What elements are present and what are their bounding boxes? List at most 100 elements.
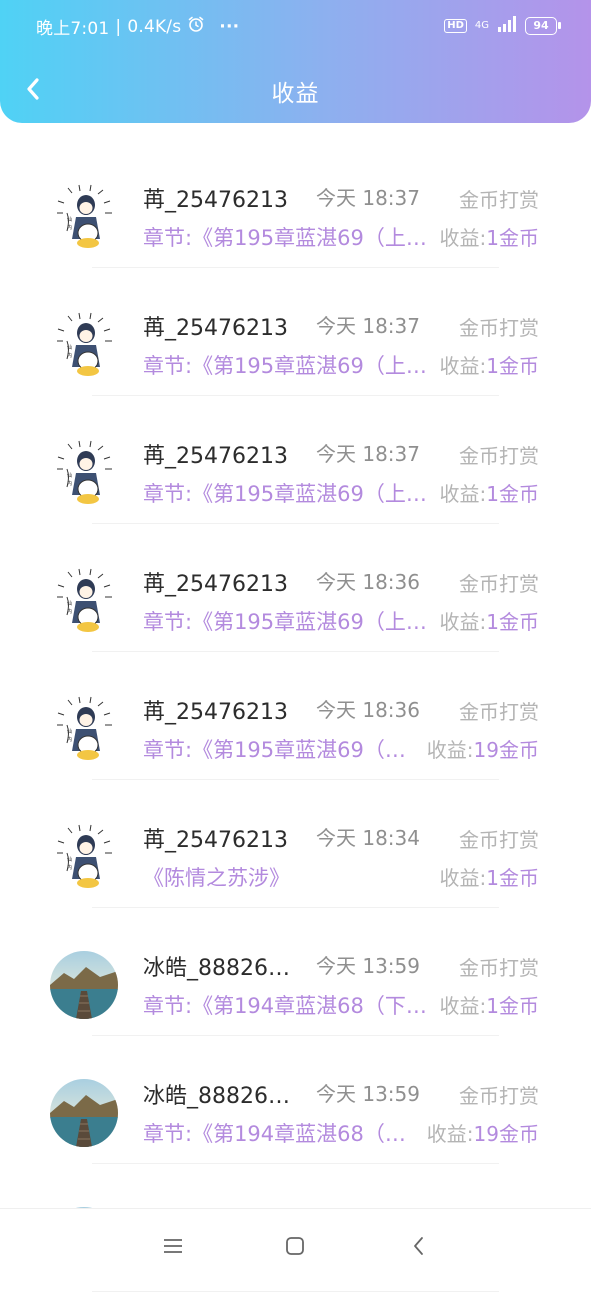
income-label: 收益: xyxy=(439,354,487,378)
battery-level: 94 xyxy=(533,19,549,32)
record-time: 今天 18:37 xyxy=(316,314,420,338)
income-record-item[interactable]: 仙内苒_25476213 今天 18:36 金币打赏 章节:《第195章蓝湛69（上）… xyxy=(0,652,591,780)
user-name: 冰皓_88826153 xyxy=(143,1084,301,1109)
reward-type: 金币打赏 xyxy=(459,700,539,724)
cartoon-avatar-icon: 仙内 xyxy=(50,183,118,251)
user-name: 冰皓_88826153 xyxy=(143,956,301,981)
chapter-title: 章节:《第195章蓝湛69（上）》 xyxy=(143,482,436,506)
home-square-icon xyxy=(286,1237,304,1255)
network-label: 4G xyxy=(474,19,489,31)
income-amount: 收益:1金币 xyxy=(440,478,539,507)
chapter-title: 章节:《第194章蓝湛68（下）》 xyxy=(143,994,436,1018)
svg-text:仙: 仙 xyxy=(67,600,72,607)
income-record-item[interactable]: 仙内苒_25476213 今天 18:37 金币打赏 章节:《第195章蓝湛69（上）… xyxy=(0,140,591,268)
income-amount: 收益:1金币 xyxy=(440,222,539,251)
svg-text:仙: 仙 xyxy=(67,856,72,863)
income-label: 收益: xyxy=(439,610,487,634)
landscape-avatar-icon xyxy=(50,951,118,1019)
landscape-avatar xyxy=(50,1079,118,1147)
clock-text: 晚上7:01 xyxy=(36,19,110,39)
income-record-item[interactable]: 仙内苒_25476213 今天 18:37 金币打赏 章节:《第195章蓝湛69（上）… xyxy=(0,268,591,396)
status-separator: | xyxy=(115,16,122,37)
page-title: 收益 xyxy=(271,81,320,107)
chapter-title: 章节:《第195章蓝湛69（上）》 xyxy=(143,354,436,378)
menu-button[interactable] xyxy=(158,1231,188,1261)
income-label: 收益: xyxy=(426,738,474,762)
record-time: 今天 13:59 xyxy=(316,954,420,978)
chapter-title: 章节:《第195章蓝湛69（上）》 xyxy=(143,738,423,762)
back-nav-button[interactable] xyxy=(404,1231,434,1261)
cartoon-avatar: 仙内 xyxy=(50,183,118,251)
cartoon-avatar: 仙内 xyxy=(50,695,118,763)
record-time: 今天 18:36 xyxy=(316,698,420,722)
svg-text:内: 内 xyxy=(67,224,72,231)
cartoon-avatar-icon: 仙内 xyxy=(50,567,118,635)
home-button[interactable] xyxy=(280,1231,310,1261)
income-record-item[interactable]: 仙内苒_25476213 今天 18:37 金币打赏 章节:《第195章蓝湛69（上）… xyxy=(0,396,591,524)
cartoon-avatar: 仙内 xyxy=(50,823,118,891)
svg-text:仙: 仙 xyxy=(67,472,72,479)
network-speed: 0.4K/s xyxy=(127,16,182,37)
landscape-avatar xyxy=(50,951,118,1019)
svg-text:内: 内 xyxy=(67,736,72,743)
income-record-item[interactable]: 冰皓_88826153 今天 13:59 金币打赏 章节:《第194章蓝湛68（下）》… xyxy=(0,1036,591,1164)
cartoon-avatar: 仙内 xyxy=(50,567,118,635)
cartoon-avatar: 仙内 xyxy=(50,439,118,507)
chapter-title: 《陈情之苏涉》 xyxy=(143,866,290,890)
cartoon-avatar-icon: 仙内 xyxy=(50,311,118,379)
income-label: 收益: xyxy=(439,226,487,250)
income-label: 收益: xyxy=(439,994,487,1018)
cartoon-avatar-icon: 仙内 xyxy=(50,823,118,891)
svg-text:内: 内 xyxy=(67,864,72,871)
income-value: 1金币 xyxy=(486,354,539,378)
user-name: 苒_25476213 xyxy=(143,444,288,469)
battery-icon: 94 xyxy=(525,16,561,35)
chapter-title: 章节:《第195章蓝湛69（上）》 xyxy=(143,226,436,250)
svg-text:仙: 仙 xyxy=(67,216,72,223)
reward-type: 金币打赏 xyxy=(459,188,539,212)
income-value: 1金币 xyxy=(486,226,539,250)
svg-text:内: 内 xyxy=(67,352,72,359)
income-label: 收益: xyxy=(426,1122,474,1146)
reward-type: 金币打赏 xyxy=(459,1084,539,1108)
user-name: 苒_25476213 xyxy=(143,188,288,213)
status-left: 晚上7:01 | 0.4K/s ··· xyxy=(36,14,240,40)
reward-type: 金币打赏 xyxy=(459,956,539,980)
record-time: 今天 18:34 xyxy=(316,826,420,850)
income-value: 19金币 xyxy=(473,1122,539,1146)
user-name: 苒_25476213 xyxy=(143,700,288,725)
income-label: 收益: xyxy=(439,866,487,890)
record-time: 今天 18:36 xyxy=(316,570,420,594)
record-time: 今天 18:37 xyxy=(316,442,420,466)
income-amount: 收益:1金币 xyxy=(440,862,539,891)
income-value: 1金币 xyxy=(486,994,539,1018)
landscape-avatar-icon xyxy=(50,1079,118,1147)
svg-text:仙: 仙 xyxy=(67,344,72,351)
income-amount: 收益:1金币 xyxy=(440,350,539,379)
system-nav-bar xyxy=(0,1208,591,1281)
income-value: 19金币 xyxy=(473,738,539,762)
income-amount: 收益:1金币 xyxy=(440,990,539,1019)
income-label: 收益: xyxy=(439,482,487,506)
cartoon-avatar: 仙内 xyxy=(50,311,118,379)
income-value: 1金币 xyxy=(486,610,539,634)
user-name: 苒_25476213 xyxy=(143,828,288,853)
network-type: 4G xyxy=(474,19,489,31)
svg-text:仙: 仙 xyxy=(67,728,72,735)
status-bar: 晚上7:01 | 0.4K/s ··· HD 4G 94 xyxy=(0,0,591,52)
cartoon-avatar-icon: 仙内 xyxy=(50,439,118,507)
more-notifications-icon: ··· xyxy=(219,16,240,37)
status-right: HD 4G 94 xyxy=(444,16,561,35)
record-time: 今天 13:59 xyxy=(316,1082,420,1106)
income-record-item[interactable]: 仙内苒_25476213 今天 18:36 金币打赏 章节:《第195章蓝湛69（上）… xyxy=(0,524,591,652)
signal-icon xyxy=(497,16,517,35)
income-amount: 收益:19金币 xyxy=(427,734,539,763)
income-record-item[interactable]: 冰皓_88826153 今天 13:59 金币打赏 章节:《第194章蓝湛68（下）》… xyxy=(0,908,591,1036)
income-amount: 收益:19金币 xyxy=(427,1118,539,1147)
alarm-clock-icon xyxy=(187,15,205,38)
income-records-list: 仙内苒_25476213 今天 18:37 金币打赏 章节:《第195章蓝湛69（上）… xyxy=(0,140,591,1292)
menu-icon xyxy=(164,1239,182,1253)
income-amount: 收益:1金币 xyxy=(440,606,539,635)
svg-text:内: 内 xyxy=(67,608,72,615)
income-record-item[interactable]: 仙内苒_25476213 今天 18:34 金币打赏 《陈情之苏涉》 收益:1金币 xyxy=(0,780,591,908)
